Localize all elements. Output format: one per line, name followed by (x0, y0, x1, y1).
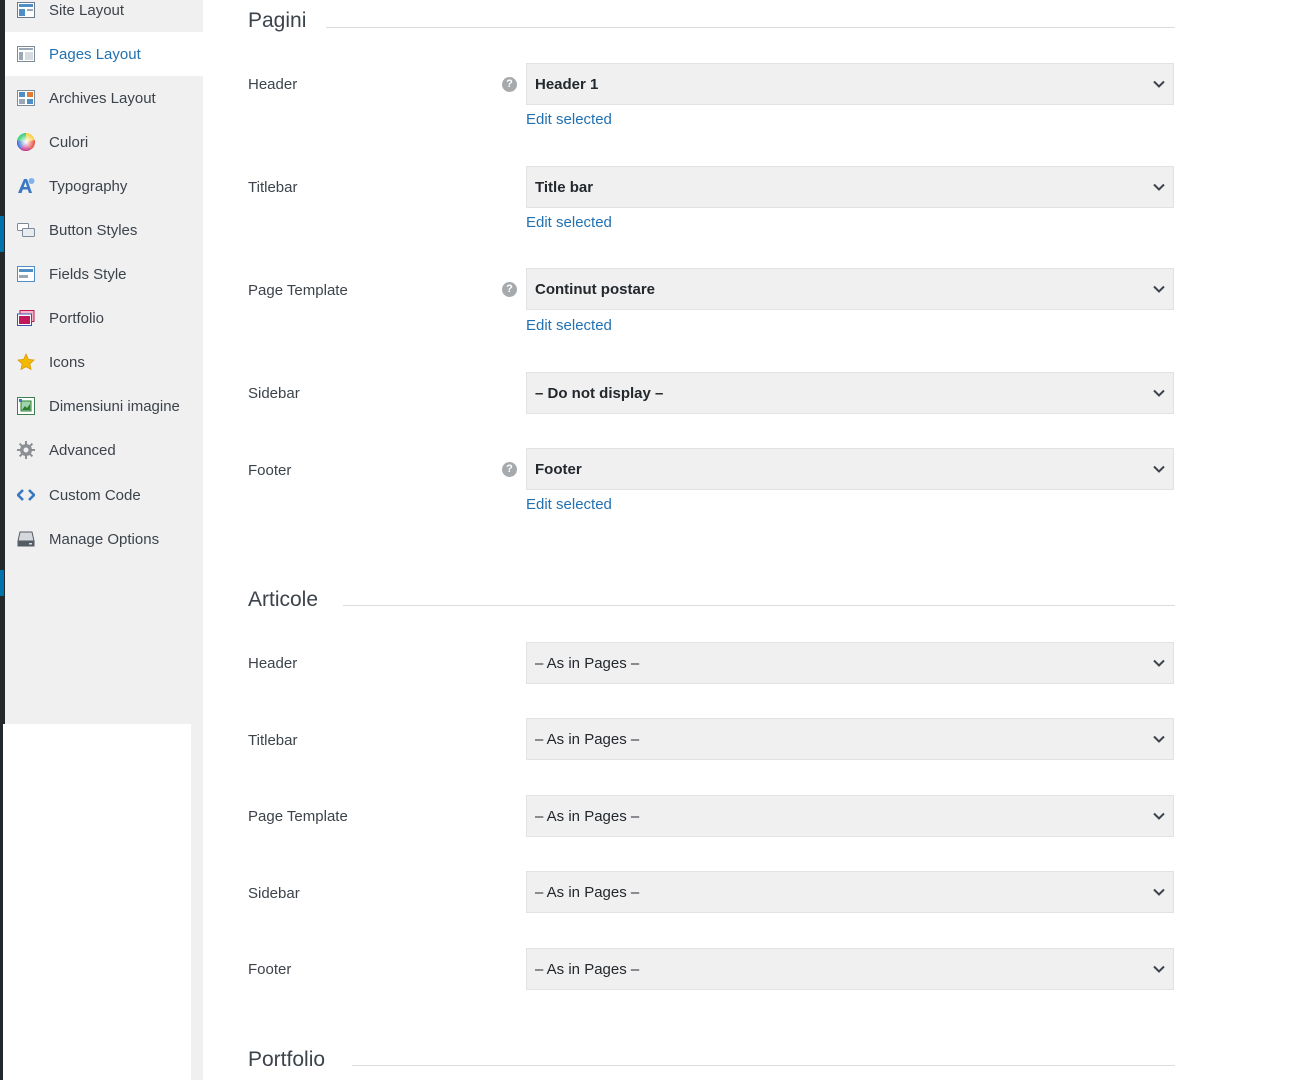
chevron-down-icon (1153, 465, 1165, 473)
sidebar-item-label: Typography (49, 177, 128, 195)
section-title-articole: Articole (248, 588, 319, 611)
pages-layout-icon (17, 45, 35, 63)
archives-layout-icon (17, 89, 35, 107)
section-title-pagini: Pagini (248, 9, 307, 32)
sidebar-item-label: Culori (49, 133, 89, 151)
sidebar-item-button-styles[interactable]: Button Styles (5, 208, 203, 252)
sidebar-item-fields-style[interactable]: Fields Style (5, 252, 203, 296)
sidebar-blank-area (3, 724, 191, 1080)
footer-select[interactable]: Footer (526, 448, 1174, 490)
portfolio-icon (17, 309, 35, 327)
field-label-page-template: Page Template (248, 808, 348, 825)
chevron-down-icon (1153, 285, 1165, 293)
site-layout-icon (17, 1, 35, 19)
help-icon[interactable]: ? (502, 462, 517, 477)
page-template-select[interactable]: Continut postare (526, 268, 1174, 310)
select-value: Continut postare (535, 280, 655, 298)
chevron-down-icon (1153, 80, 1165, 88)
select-value: – As in Pages – (535, 807, 640, 825)
select-value: – As in Pages – (535, 654, 640, 672)
help-icon[interactable]: ? (502, 282, 517, 297)
sidebar-item-pages-layout[interactable]: Pages Layout (5, 32, 203, 76)
star-icon (17, 353, 35, 371)
field-label-footer: Footer (248, 462, 292, 479)
manage-options-icon (17, 530, 35, 548)
chevron-down-icon (1153, 965, 1165, 973)
field-label-sidebar: Sidebar (248, 385, 300, 402)
field-label-titlebar: Titlebar (248, 179, 298, 196)
sidebar-item-advanced[interactable]: Advanced (5, 428, 203, 472)
select-value: – Do not display – (535, 384, 664, 402)
header-select[interactable]: Header 1 (526, 63, 1174, 105)
post-footer-select[interactable]: – As in Pages – (526, 948, 1174, 990)
help-icon[interactable]: ? (502, 77, 517, 92)
select-value: – As in Pages – (535, 960, 640, 978)
fields-style-icon (17, 265, 35, 283)
typography-icon (17, 177, 35, 195)
sidebar-item-label: Icons (49, 353, 85, 371)
sidebar-item-label: Button Styles (49, 221, 138, 239)
sidebar-item-label: Advanced (49, 441, 116, 459)
image-dimensions-icon (17, 397, 35, 415)
field-label-footer: Footer (248, 961, 292, 978)
sidebar-item-label: Archives Layout (49, 89, 156, 107)
sidebar-item-label: Manage Options (49, 530, 160, 548)
admin-menu-accent (0, 216, 4, 252)
chevron-down-icon (1153, 735, 1165, 743)
select-value: Header 1 (535, 75, 599, 93)
sidebar-select[interactable]: – Do not display – (526, 372, 1174, 414)
section-divider (343, 605, 1175, 606)
chevron-down-icon (1153, 659, 1165, 667)
edit-selected-link[interactable]: Edit selected (526, 496, 612, 513)
edit-selected-link[interactable]: Edit selected (526, 111, 612, 128)
sidebar-item-dimensiuni-imagine[interactable]: Dimensiuni imagine (5, 384, 203, 428)
sidebar-item-manage-options[interactable]: Manage Options (5, 517, 203, 561)
section-divider (352, 1065, 1175, 1066)
sidebar-item-culori[interactable]: Culori (5, 120, 203, 164)
field-label-sidebar: Sidebar (248, 885, 300, 902)
select-value: – As in Pages – (535, 883, 640, 901)
sidebar-item-label: Pages Layout (49, 45, 141, 63)
edit-selected-link[interactable]: Edit selected (526, 214, 612, 231)
edit-selected-link[interactable]: Edit selected (526, 317, 612, 334)
sidebar-item-custom-code[interactable]: Custom Code (5, 473, 203, 517)
color-wheel-icon (17, 133, 35, 151)
field-label-header: Header (248, 655, 298, 672)
select-value: Title bar (535, 178, 594, 196)
sidebar-item-typography[interactable]: Typography (5, 164, 203, 208)
field-label-titlebar: Titlebar (248, 732, 298, 749)
sidebar-item-label: Portfolio (49, 309, 105, 327)
sidebar-item-label: Site Layout (49, 1, 125, 19)
sidebar-item-label: Dimensiuni imagine (49, 397, 180, 415)
code-icon (17, 486, 35, 504)
sidebar-item-archives-layout[interactable]: Archives Layout (5, 76, 203, 120)
gear-icon (17, 441, 35, 459)
sidebar-item-portfolio[interactable]: Portfolio (5, 296, 203, 340)
section-title-portfolio: Portfolio (248, 1048, 326, 1071)
select-value: – As in Pages – (535, 730, 640, 748)
chevron-down-icon (1153, 389, 1165, 397)
section-divider (326, 27, 1175, 28)
sidebar-item-label: Fields Style (49, 265, 127, 283)
post-header-select[interactable]: – As in Pages – (526, 642, 1174, 684)
chevron-down-icon (1153, 888, 1165, 896)
post-sidebar-select[interactable]: – As in Pages – (526, 871, 1174, 913)
options-content: Pagini Header ? Header 1 Edit selected T… (203, 0, 1304, 1080)
titlebar-select[interactable]: Title bar (526, 166, 1174, 208)
field-label-page-template: Page Template (248, 282, 348, 299)
admin-menu-accent (0, 570, 4, 596)
chevron-down-icon (1153, 183, 1165, 191)
post-page-template-select[interactable]: – As in Pages – (526, 795, 1174, 837)
sidebar-item-site-layout[interactable]: Site Layout (5, 0, 203, 32)
post-titlebar-select[interactable]: – As in Pages – (526, 718, 1174, 760)
sidebar-item-icons[interactable]: Icons (5, 340, 203, 384)
field-label-header: Header (248, 76, 298, 93)
sidebar-item-label: Custom Code (49, 486, 141, 504)
chevron-down-icon (1153, 812, 1165, 820)
select-value: Footer (535, 460, 582, 478)
button-styles-icon (17, 221, 35, 239)
